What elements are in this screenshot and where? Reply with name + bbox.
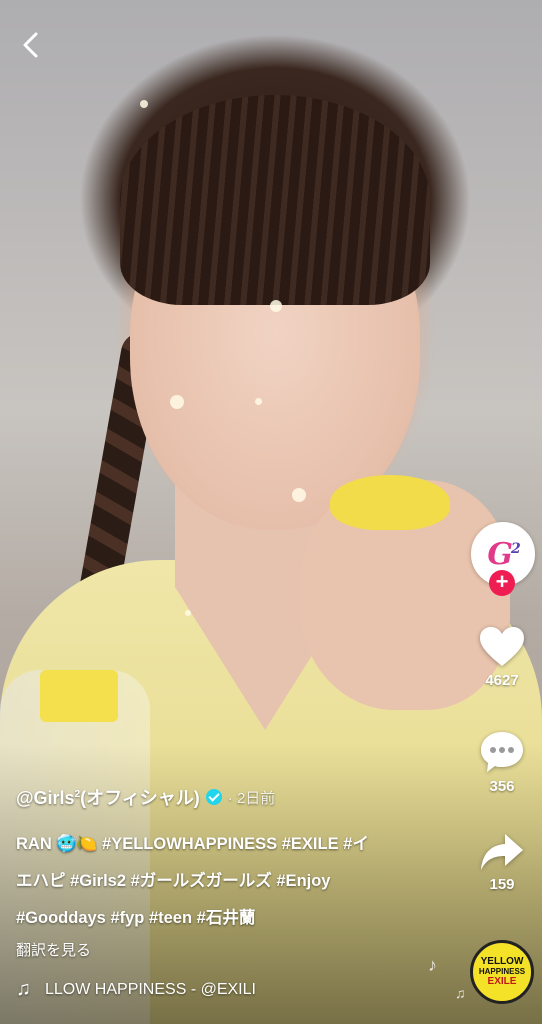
sparkle xyxy=(170,395,184,409)
verified-badge-icon xyxy=(205,789,222,805)
author-row[interactable]: @Girls2(オフィシャル) · 2日前 xyxy=(16,784,456,810)
bottle-cap xyxy=(40,670,118,722)
post-info: @Girls2(オフィシャル) · 2日前 RAN 🥶🍋 #YELLOWHAPP… xyxy=(16,784,456,960)
music-note-icon: ♫ xyxy=(16,978,31,1000)
sparkle xyxy=(140,100,148,108)
caption-tags-line-1[interactable]: #YELLOWHAPPINESS #EXILE #イ xyxy=(102,835,369,853)
comment-icon xyxy=(481,732,523,772)
sparkle xyxy=(270,300,282,312)
like-button[interactable]: 4627 xyxy=(470,626,534,689)
share-button[interactable]: 159 xyxy=(470,832,534,893)
sparkle xyxy=(255,398,262,405)
back-button[interactable] xyxy=(14,28,48,62)
girls2-logo: G2 xyxy=(487,536,520,572)
sparkle xyxy=(292,488,306,502)
comment-button[interactable]: 356 xyxy=(470,730,534,795)
lemon xyxy=(330,475,450,530)
music-disc[interactable]: YELLOW HAPPINESS EXILE xyxy=(470,940,534,1004)
caption-line-3[interactable]: #Gooddays #fyp #teen #石井蘭 xyxy=(16,900,456,937)
hair-bangs xyxy=(120,95,430,305)
disc-line-1: YELLOW xyxy=(480,956,524,967)
share-icon xyxy=(481,834,523,870)
follow-button[interactable]: + xyxy=(489,570,515,596)
like-count: 4627 xyxy=(485,672,519,689)
disc-line-3: EXILE xyxy=(487,976,517,987)
heart-icon xyxy=(480,627,524,666)
author-name[interactable]: @Girls2(オフィシャル) xyxy=(16,784,200,810)
music-info[interactable]: ♫ LLOW HAPPINESS - @EXILI xyxy=(16,978,256,1001)
comment-count: 356 xyxy=(489,778,515,795)
chevron-left-icon xyxy=(23,32,38,58)
floating-note-icon: ♪ xyxy=(428,955,437,975)
cold-face-emoji: 🥶🍋 xyxy=(56,835,98,853)
caption-line-1: RAN 🥶🍋 #YELLOWHAPPINESS #EXILE #イ xyxy=(16,826,456,863)
share-count: 159 xyxy=(489,876,515,893)
floating-note-icon: ♫ xyxy=(455,985,466,1001)
see-translation-link[interactable]: 翻訳を見る xyxy=(16,939,456,960)
music-track-name: LLOW HAPPINESS - @EXILI xyxy=(45,980,256,998)
sparkle xyxy=(185,610,191,616)
caption-prefix: RAN xyxy=(16,835,52,853)
post-date: · 2日前 xyxy=(227,789,276,807)
caption-line-2[interactable]: エハピ #Girls2 #ガールズガールズ #Enjoy xyxy=(16,863,456,900)
caption: RAN 🥶🍋 #YELLOWHAPPINESS #EXILE #イ エハピ #G… xyxy=(16,826,456,937)
